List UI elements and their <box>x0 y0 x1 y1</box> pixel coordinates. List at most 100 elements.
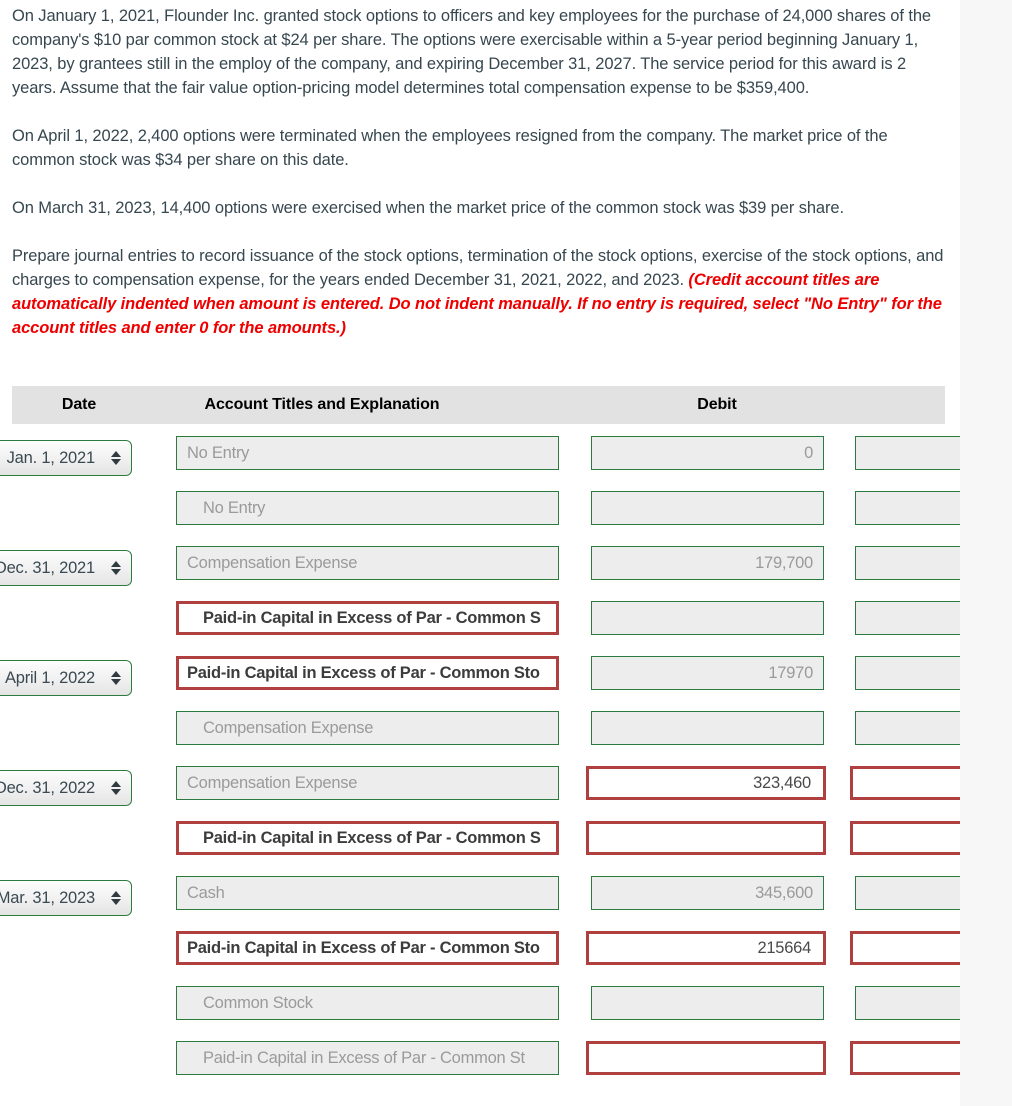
account-title-cell: Common Stock <box>176 986 559 1020</box>
credit-input[interactable] <box>855 436 960 470</box>
date-dropdown[interactable]: Mar. 31, 2023 <box>0 880 132 916</box>
date-dropdown[interactable]: Dec. 31, 2022 <box>0 770 132 806</box>
account-title-select[interactable]: Compensation Expense <box>176 546 559 580</box>
date-value: Mar. 31, 2023 <box>0 888 95 907</box>
date-dropdown[interactable]: Jan. 1, 2021 <box>0 440 132 476</box>
account-title-select[interactable]: No Entry <box>176 491 559 525</box>
debit-cell: 215664 <box>586 931 826 965</box>
date-value: Dec. 31, 2022 <box>0 778 95 797</box>
date-dropdown[interactable]: April 1, 2022 <box>0 660 132 696</box>
problem-paragraph-2: On April 1, 2022, 2,400 options were ter… <box>12 127 888 169</box>
account-title-cell: Compensation Expense <box>176 711 559 745</box>
up-down-arrows-icon[interactable] <box>110 668 121 688</box>
credit-input[interactable] <box>850 931 960 965</box>
debit-cell <box>591 986 824 1020</box>
problem-instruction: Prepare journal entries to record issuan… <box>12 244 946 340</box>
account-title-cell: No Entry <box>176 436 559 470</box>
account-title-select[interactable]: Common Stock <box>176 986 559 1020</box>
debit-input[interactable] <box>591 491 824 525</box>
debit-input[interactable]: 0 <box>591 436 824 470</box>
table-row: Dec. 31, 2021 Compensation Expense 179,700 <box>0 546 960 601</box>
credit-cell <box>850 821 960 855</box>
page-root: On January 1, 2021, Flounder Inc. grante… <box>0 0 1012 1106</box>
column-header-account-titles: Account Titles and Explanation <box>204 396 440 413</box>
debit-cell <box>591 601 824 635</box>
account-title-cell: Cash <box>176 876 559 910</box>
credit-cell <box>855 711 960 745</box>
debit-input[interactable] <box>591 986 824 1020</box>
debit-input[interactable] <box>586 1041 826 1075</box>
problem-paragraph-1: On January 1, 2021, Flounder Inc. grante… <box>12 7 931 97</box>
account-title-select[interactable]: Compensation Expense <box>176 766 559 800</box>
credit-input[interactable] <box>855 546 960 580</box>
credit-cell <box>855 436 960 470</box>
table-row: Paid-in Capital in Excess of Par - Commo… <box>0 931 960 986</box>
account-title-cell: Paid-in Capital in Excess of Par - Commo… <box>176 656 559 690</box>
account-title-select[interactable]: Paid-in Capital in Excess of Par - Commo… <box>176 1041 559 1075</box>
up-down-arrows-icon[interactable] <box>110 448 121 468</box>
credit-input[interactable] <box>855 876 960 910</box>
table-body: Jan. 1, 2021 No Entry 0 No Entry Dec. 31, 20… <box>0 424 960 1096</box>
table-row: Paid-in Capital in Excess of Par - Commo… <box>0 1041 960 1096</box>
debit-input[interactable]: 323,460 <box>586 766 826 800</box>
problem-statement: On January 1, 2021, Flounder Inc. grante… <box>0 0 960 340</box>
credit-cell <box>855 601 960 635</box>
table-row: Compensation Expense <box>0 711 960 766</box>
debit-cell <box>591 711 824 745</box>
debit-input[interactable] <box>586 821 826 855</box>
credit-input[interactable] <box>855 491 960 525</box>
column-header-date: Date <box>61 396 97 413</box>
account-title-select[interactable]: Paid-in Capital in Excess of Par - Commo… <box>176 931 559 965</box>
account-title-cell: Paid-in Capital in Excess of Par - Commo… <box>176 601 559 635</box>
up-down-arrows-icon[interactable] <box>110 888 121 908</box>
account-title-select[interactable]: Paid-in Capital in Excess of Par - Commo… <box>176 821 559 855</box>
table-header-row: Date Account Titles and Explanation Debi… <box>12 386 945 424</box>
debit-cell: 179,700 <box>591 546 824 580</box>
up-down-arrows-icon[interactable] <box>110 778 121 798</box>
credit-input[interactable] <box>855 711 960 745</box>
account-title-select[interactable]: No Entry <box>176 436 559 470</box>
debit-cell: 323,460 <box>586 766 826 800</box>
credit-input[interactable] <box>855 656 960 690</box>
account-title-cell: Compensation Expense <box>176 766 559 800</box>
debit-cell <box>591 491 824 525</box>
account-title-cell: Paid-in Capital in Excess of Par - Commo… <box>176 1041 559 1075</box>
date-value: Dec. 31, 2021 <box>0 558 95 577</box>
table-row: Dec. 31, 2022 Compensation Expense 323,460 <box>0 766 960 821</box>
debit-input[interactable]: 17970 <box>591 656 824 690</box>
credit-cell <box>850 766 960 800</box>
account-title-select[interactable]: Compensation Expense <box>176 711 559 745</box>
table-row: Mar. 31, 2023 Cash 345,600 <box>0 876 960 931</box>
account-title-select[interactable]: Paid-in Capital in Excess of Par - Commo… <box>176 601 559 635</box>
worksheet-sheet: On January 1, 2021, Flounder Inc. grante… <box>0 0 960 1106</box>
debit-cell <box>586 821 826 855</box>
table-row: Paid-in Capital in Excess of Par - Commo… <box>0 821 960 876</box>
date-select-cell: Jan. 1, 2021 <box>0 440 132 476</box>
credit-input[interactable] <box>855 986 960 1020</box>
column-header-debit: Debit <box>697 396 737 413</box>
credit-cell <box>855 986 960 1020</box>
credit-cell <box>855 656 960 690</box>
table-row: Paid-in Capital in Excess of Par - Commo… <box>0 601 960 656</box>
debit-cell: 17970 <box>591 656 824 690</box>
account-title-select[interactable]: Cash <box>176 876 559 910</box>
problem-paragraph-3: On March 31, 2023, 14,400 options were e… <box>12 199 844 217</box>
debit-input[interactable]: 345,600 <box>591 876 824 910</box>
credit-input[interactable] <box>855 601 960 635</box>
date-dropdown[interactable]: Dec. 31, 2021 <box>0 550 132 586</box>
credit-input[interactable] <box>850 1041 960 1075</box>
debit-cell: 345,600 <box>591 876 824 910</box>
credit-input[interactable] <box>850 821 960 855</box>
credit-cell <box>855 876 960 910</box>
debit-input[interactable]: 215664 <box>586 931 826 965</box>
debit-cell <box>586 1041 826 1075</box>
debit-input[interactable]: 179,700 <box>591 546 824 580</box>
table-row: April 1, 2022 Paid-in Capital in Excess o… <box>0 656 960 711</box>
journal-entry-table: Date Account Titles and Explanation Debi… <box>0 386 960 1096</box>
credit-input[interactable] <box>850 766 960 800</box>
credit-cell <box>850 931 960 965</box>
up-down-arrows-icon[interactable] <box>110 558 121 578</box>
debit-input[interactable] <box>591 601 824 635</box>
account-title-select[interactable]: Paid-in Capital in Excess of Par - Commo… <box>176 656 559 690</box>
debit-input[interactable] <box>591 711 824 745</box>
